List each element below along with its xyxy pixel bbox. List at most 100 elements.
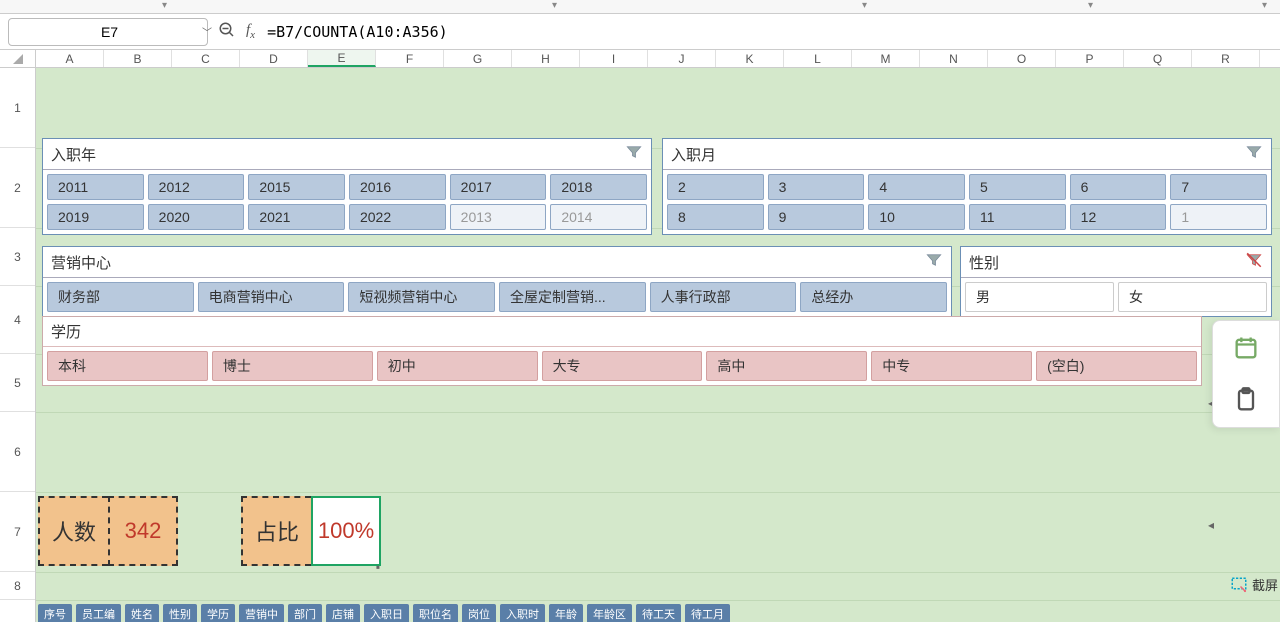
row-header[interactable]: 1 — [0, 68, 35, 148]
slicer-education[interactable]: 学历 本科博士初中大专高中中专(空白) — [42, 316, 1202, 386]
sheet-background: 入职年 201120122015201620172018201920202021… — [36, 68, 1280, 622]
row-header[interactable]: 8 — [0, 572, 35, 600]
slicer-item[interactable]: 电商营销中心 — [198, 282, 345, 312]
slicer-item[interactable]: 2020 — [148, 204, 245, 230]
slicer-item[interactable]: 2013 — [450, 204, 547, 230]
zoom-out-icon[interactable] — [218, 21, 236, 43]
slicer-item[interactable]: 6 — [1070, 174, 1167, 200]
row-header[interactable]: 2 — [0, 148, 35, 228]
column-header[interactable]: G — [444, 50, 512, 67]
name-box[interactable]: ﹀ — [8, 18, 208, 46]
peek-column: 入职日 — [364, 604, 409, 622]
peek-column: 店铺 — [326, 604, 360, 622]
column-header[interactable]: A — [36, 50, 104, 67]
column-header[interactable]: I — [580, 50, 648, 67]
slicer-item[interactable]: 10 — [868, 204, 965, 230]
slicer-item[interactable]: 初中 — [377, 351, 538, 381]
ribbon-drop-icon[interactable]: ▾ — [162, 0, 167, 11]
peek-column: 性别 — [163, 604, 197, 622]
select-all-corner[interactable] — [0, 50, 35, 68]
row-header[interactable]: 6 — [0, 412, 35, 492]
column-header[interactable]: D — [240, 50, 308, 67]
slicer-item[interactable]: 2018 — [550, 174, 647, 200]
column-header[interactable]: O — [988, 50, 1056, 67]
slicer-item[interactable]: 财务部 — [47, 282, 194, 312]
formula-bar: ﹀ fx — [0, 14, 1280, 50]
slicer-item[interactable]: 高中 — [706, 351, 867, 381]
peek-column: 入职时 — [500, 604, 545, 622]
slicer-item[interactable]: 12 — [1070, 204, 1167, 230]
slicer-item[interactable]: 1 — [1170, 204, 1267, 230]
calendar-icon[interactable] — [1229, 331, 1263, 365]
column-header[interactable]: N — [920, 50, 988, 67]
column-header[interactable]: H — [512, 50, 580, 67]
column-header[interactable]: J — [648, 50, 716, 67]
slicer-item[interactable]: 8 — [667, 204, 764, 230]
row-header[interactable]: 5 — [0, 354, 35, 412]
column-header[interactable]: L — [784, 50, 852, 67]
slicer-dept[interactable]: 营销中心 财务部电商营销中心短视频营销中心全屋定制营销...人事行政部总经办 — [42, 246, 952, 317]
slicer-item[interactable]: (空白) — [1036, 351, 1197, 381]
column-header[interactable]: K — [716, 50, 784, 67]
column-header[interactable]: R — [1192, 50, 1260, 67]
resize-handle-icon[interactable]: ▪ — [369, 558, 387, 576]
slicer-item[interactable]: 2017 — [450, 174, 547, 200]
column-header[interactable]: C — [172, 50, 240, 67]
clipboard-icon[interactable] — [1229, 383, 1263, 417]
slicer-month[interactable]: 入职月 234567891011121 — [662, 138, 1272, 235]
filter-icon[interactable] — [1245, 143, 1263, 165]
fx-icon[interactable]: fx — [246, 22, 255, 41]
clear-filter-icon[interactable] — [1245, 251, 1263, 273]
column-header[interactable]: F — [376, 50, 444, 67]
slicer-item[interactable]: 2014 — [550, 204, 647, 230]
autofill-handle-icon[interactable]: ◂ — [1202, 516, 1220, 534]
ribbon-drop-icon[interactable]: ▾ — [552, 0, 557, 11]
slicer-item[interactable]: 3 — [768, 174, 865, 200]
slicer-item[interactable]: 2021 — [248, 204, 345, 230]
column-header[interactable]: Q — [1124, 50, 1192, 67]
slicer-item[interactable]: 2012 — [148, 174, 245, 200]
filter-icon[interactable] — [925, 251, 943, 273]
slicer-gender[interactable]: 性别 男女 — [960, 246, 1272, 317]
slicer-item[interactable]: 2016 — [349, 174, 446, 200]
slicer-item[interactable]: 2011 — [47, 174, 144, 200]
slicer-item[interactable]: 2 — [667, 174, 764, 200]
slicer-item[interactable]: 2022 — [349, 204, 446, 230]
filter-icon[interactable] — [625, 143, 643, 165]
slicer-item[interactable]: 总经办 — [800, 282, 947, 312]
slicer-item[interactable]: 男 — [965, 282, 1114, 312]
slicer-item[interactable]: 5 — [969, 174, 1066, 200]
slicer-item[interactable]: 2015 — [248, 174, 345, 200]
ribbon-drop-icon[interactable]: ▾ — [1262, 0, 1267, 11]
slicer-item[interactable]: 4 — [868, 174, 965, 200]
row-header[interactable]: 4 — [0, 286, 35, 354]
formula-input[interactable] — [265, 19, 1272, 45]
name-box-input[interactable] — [17, 23, 202, 41]
slicer-item[interactable]: 短视频营销中心 — [348, 282, 495, 312]
slicer-item[interactable]: 2019 — [47, 204, 144, 230]
slicer-item[interactable]: 中专 — [871, 351, 1032, 381]
slicer-item[interactable]: 全屋定制营销... — [499, 282, 646, 312]
slicer-item[interactable]: 女 — [1118, 282, 1267, 312]
slicer-item[interactable]: 人事行政部 — [650, 282, 797, 312]
slicer-item[interactable]: 博士 — [212, 351, 373, 381]
column-header[interactable]: M — [852, 50, 920, 67]
column-header[interactable]: E — [308, 50, 376, 67]
ribbon-drop-icon[interactable]: ▾ — [862, 0, 867, 11]
row-header[interactable]: 3 — [0, 228, 35, 286]
column-header[interactable]: B — [104, 50, 172, 67]
peek-column: 学历 — [201, 604, 235, 622]
row-header[interactable]: 7 — [0, 492, 35, 572]
chevron-down-icon[interactable]: ﹀ — [202, 24, 212, 39]
slicer-title: 性别 — [969, 252, 999, 273]
slicer-item[interactable]: 9 — [768, 204, 865, 230]
ribbon-drop-icon[interactable]: ▾ — [1088, 0, 1093, 11]
cells-area[interactable]: ABCDEFGHIJKLMNOPQR 入职年 20112012201520162… — [36, 50, 1280, 622]
screenshot-button[interactable]: 截屏 — [1230, 575, 1278, 594]
slicer-item[interactable]: 本科 — [47, 351, 208, 381]
column-header[interactable]: P — [1056, 50, 1124, 67]
slicer-item[interactable]: 7 — [1170, 174, 1267, 200]
slicer-item[interactable]: 11 — [969, 204, 1066, 230]
slicer-year[interactable]: 入职年 201120122015201620172018201920202021… — [42, 138, 652, 235]
slicer-item[interactable]: 大专 — [542, 351, 703, 381]
